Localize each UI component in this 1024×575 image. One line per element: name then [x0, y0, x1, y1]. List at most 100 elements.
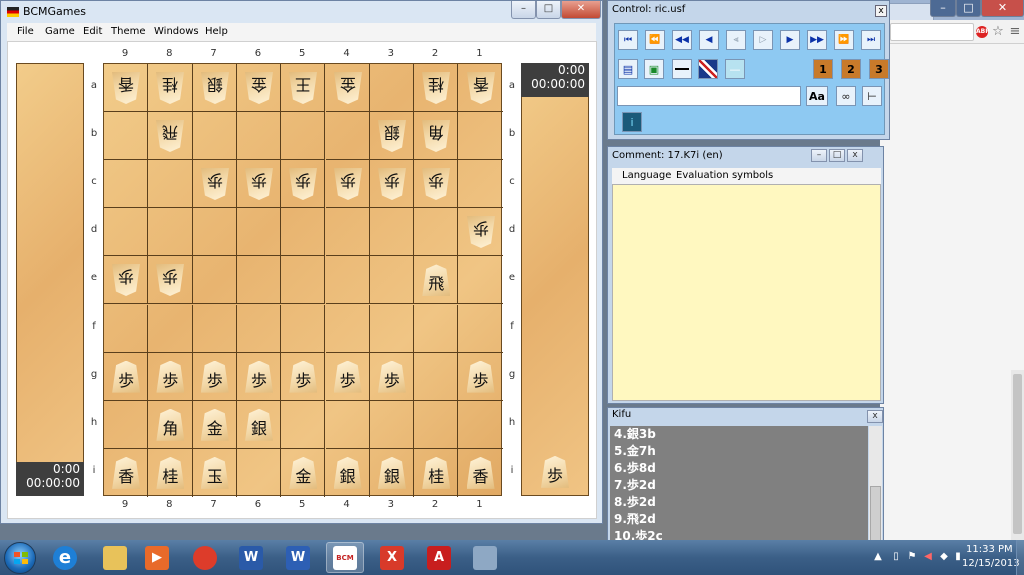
gote-piece-9a[interactable]: 香 — [112, 72, 140, 104]
bookmark-star-icon[interactable]: ☆ — [990, 24, 1006, 40]
nav-fast-back-icon[interactable]: ⏪ — [645, 30, 665, 50]
info-icon[interactable]: i — [622, 112, 642, 132]
square-9d[interactable] — [104, 208, 149, 257]
kifu-move-8[interactable]: 8.歩2d — [610, 494, 868, 511]
square-4d[interactable] — [325, 208, 370, 257]
start-button[interactable] — [4, 542, 36, 574]
square-2g[interactable] — [414, 352, 459, 401]
clock-date[interactable]: 12/15/2013 — [962, 558, 1020, 569]
nav-forward-icon[interactable]: ▶ — [780, 30, 800, 50]
gote-piece-3c[interactable]: 歩 — [378, 168, 406, 200]
dropbox-icon[interactable]: ◆ — [938, 551, 950, 563]
sente-piece-4i[interactable]: 銀 — [333, 456, 362, 489]
square-1c[interactable] — [458, 160, 503, 209]
gote-piece-6c[interactable]: 歩 — [245, 168, 273, 200]
sente-piece-8g[interactable]: 歩 — [156, 360, 185, 393]
gote-piece-2c[interactable]: 歩 — [422, 168, 450, 200]
taskbar-pdf-button[interactable]: A — [420, 542, 458, 573]
close-button[interactable]: ✕ — [561, 1, 601, 19]
square-3a[interactable] — [369, 64, 415, 113]
number-1-button[interactable]: 1 — [813, 59, 833, 79]
sente-piece-1i[interactable]: 香 — [466, 456, 495, 489]
browser-close-button[interactable]: ✕ — [981, 0, 1024, 17]
sente-piece-8h[interactable]: 角 — [156, 408, 185, 441]
taskbar-word-web-button[interactable]: W — [232, 542, 270, 573]
square-9b[interactable] — [104, 112, 149, 161]
volume-icon[interactable]: ◀ — [922, 551, 934, 563]
gote-piece-7c[interactable]: 歩 — [201, 168, 229, 200]
minimize-button[interactable]: – — [511, 1, 536, 19]
square-7f[interactable] — [192, 304, 237, 353]
sente-hand-piece[interactable]: 歩 — [541, 455, 569, 488]
comment-maximize-button[interactable]: □ — [829, 149, 845, 162]
square-8f[interactable] — [148, 304, 193, 353]
taskbar-word-button[interactable]: W — [279, 542, 317, 573]
menu-game[interactable]: Game — [45, 26, 75, 37]
tree-icon[interactable]: ⊢ — [862, 86, 882, 106]
square-3d[interactable] — [369, 208, 415, 257]
gote-piece-2b[interactable]: 角 — [422, 120, 450, 152]
square-2d[interactable] — [414, 208, 459, 257]
square-5b[interactable] — [281, 112, 326, 161]
english-flag-icon[interactable] — [698, 59, 718, 79]
kifu-move-list[interactable]: 4.銀3b5.金7h6.歩8d7.歩2d8.歩2d9.飛2d10.歩2c11.飛… — [610, 426, 868, 546]
kifu-move-7[interactable]: 7.歩2d — [610, 477, 868, 494]
browser-scroll-thumb[interactable] — [1013, 374, 1022, 534]
taskbar-ie-button[interactable]: e — [46, 542, 84, 573]
square-4h[interactable] — [325, 400, 370, 449]
sente-piece-8i[interactable]: 桂 — [156, 456, 185, 489]
clock-time[interactable]: 11:33 PM — [966, 544, 1013, 555]
sente-piece-3g[interactable]: 歩 — [377, 360, 406, 393]
square-8c[interactable] — [148, 160, 193, 209]
adblock-icon[interactable]: ABP — [976, 26, 990, 38]
menu-help[interactable]: Help — [205, 26, 228, 37]
kifu-move-6[interactable]: 6.歩8d — [610, 460, 868, 477]
square-4e[interactable] — [325, 256, 370, 305]
comment-minimize-button[interactable]: – — [811, 149, 827, 162]
nav-forward-page-icon[interactable]: ▶▶ — [807, 30, 827, 50]
square-7d[interactable] — [192, 208, 237, 257]
taskbar-xmind-button[interactable]: X — [373, 542, 411, 573]
kifu-scrollbar[interactable] — [869, 426, 882, 546]
square-6f[interactable] — [236, 304, 282, 353]
nav-fast-forward-icon[interactable]: ⏩ — [834, 30, 854, 50]
number-3-button[interactable]: 3 — [869, 59, 889, 79]
line-icon[interactable] — [672, 59, 692, 79]
gote-piece-7a[interactable]: 銀 — [201, 72, 229, 104]
taskbar-bcm-button[interactable]: BCM — [326, 542, 364, 573]
control-text-input[interactable] — [617, 86, 801, 106]
kifu-scroll-thumb[interactable] — [870, 486, 881, 542]
menu-theme[interactable]: Theme — [111, 26, 146, 37]
nav-last-icon[interactable]: ⏭ — [861, 30, 881, 50]
taskbar-media-player-button[interactable]: ▶ — [138, 542, 176, 573]
maximize-button[interactable]: □ — [536, 1, 561, 19]
square-7e[interactable] — [192, 256, 237, 305]
sente-piece-4g[interactable]: 歩 — [333, 360, 362, 393]
photo-icon[interactable]: ▣ — [644, 59, 664, 79]
nav-back-variation-icon[interactable]: ⫷ — [726, 30, 746, 50]
square-3f[interactable] — [369, 304, 415, 353]
square-9h[interactable] — [104, 400, 149, 449]
sente-piece-6h[interactable]: 銀 — [245, 408, 274, 441]
show-desktop-button[interactable] — [1016, 540, 1024, 575]
kifu-move-5[interactable]: 5.金7h — [610, 443, 868, 460]
gote-piece-2a[interactable]: 桂 — [422, 72, 450, 104]
square-4f[interactable] — [325, 304, 370, 353]
square-5d[interactable] — [281, 208, 326, 257]
gote-piece-6a[interactable]: 金 — [245, 72, 273, 104]
square-1b[interactable] — [458, 112, 503, 161]
sente-piece-5i[interactable]: 金 — [289, 456, 318, 489]
sente-piece-2e[interactable]: 飛 — [422, 264, 451, 297]
square-5e[interactable] — [281, 256, 326, 305]
sente-piece-3i[interactable]: 銀 — [377, 456, 406, 489]
sente-piece-7i[interactable]: 玉 — [200, 456, 229, 489]
square-6i[interactable] — [237, 448, 282, 497]
comment-text-area[interactable] — [612, 184, 881, 401]
browser-maximize-button[interactable]: □ — [956, 0, 981, 17]
menu-edit[interactable]: Edit — [83, 26, 102, 37]
square-6e[interactable] — [236, 256, 282, 305]
nav-first-icon[interactable]: ⏮ — [618, 30, 638, 50]
browser-minimize-button[interactable]: – — [930, 0, 956, 17]
square-2h[interactable] — [414, 400, 459, 449]
square-5h[interactable] — [281, 400, 326, 449]
